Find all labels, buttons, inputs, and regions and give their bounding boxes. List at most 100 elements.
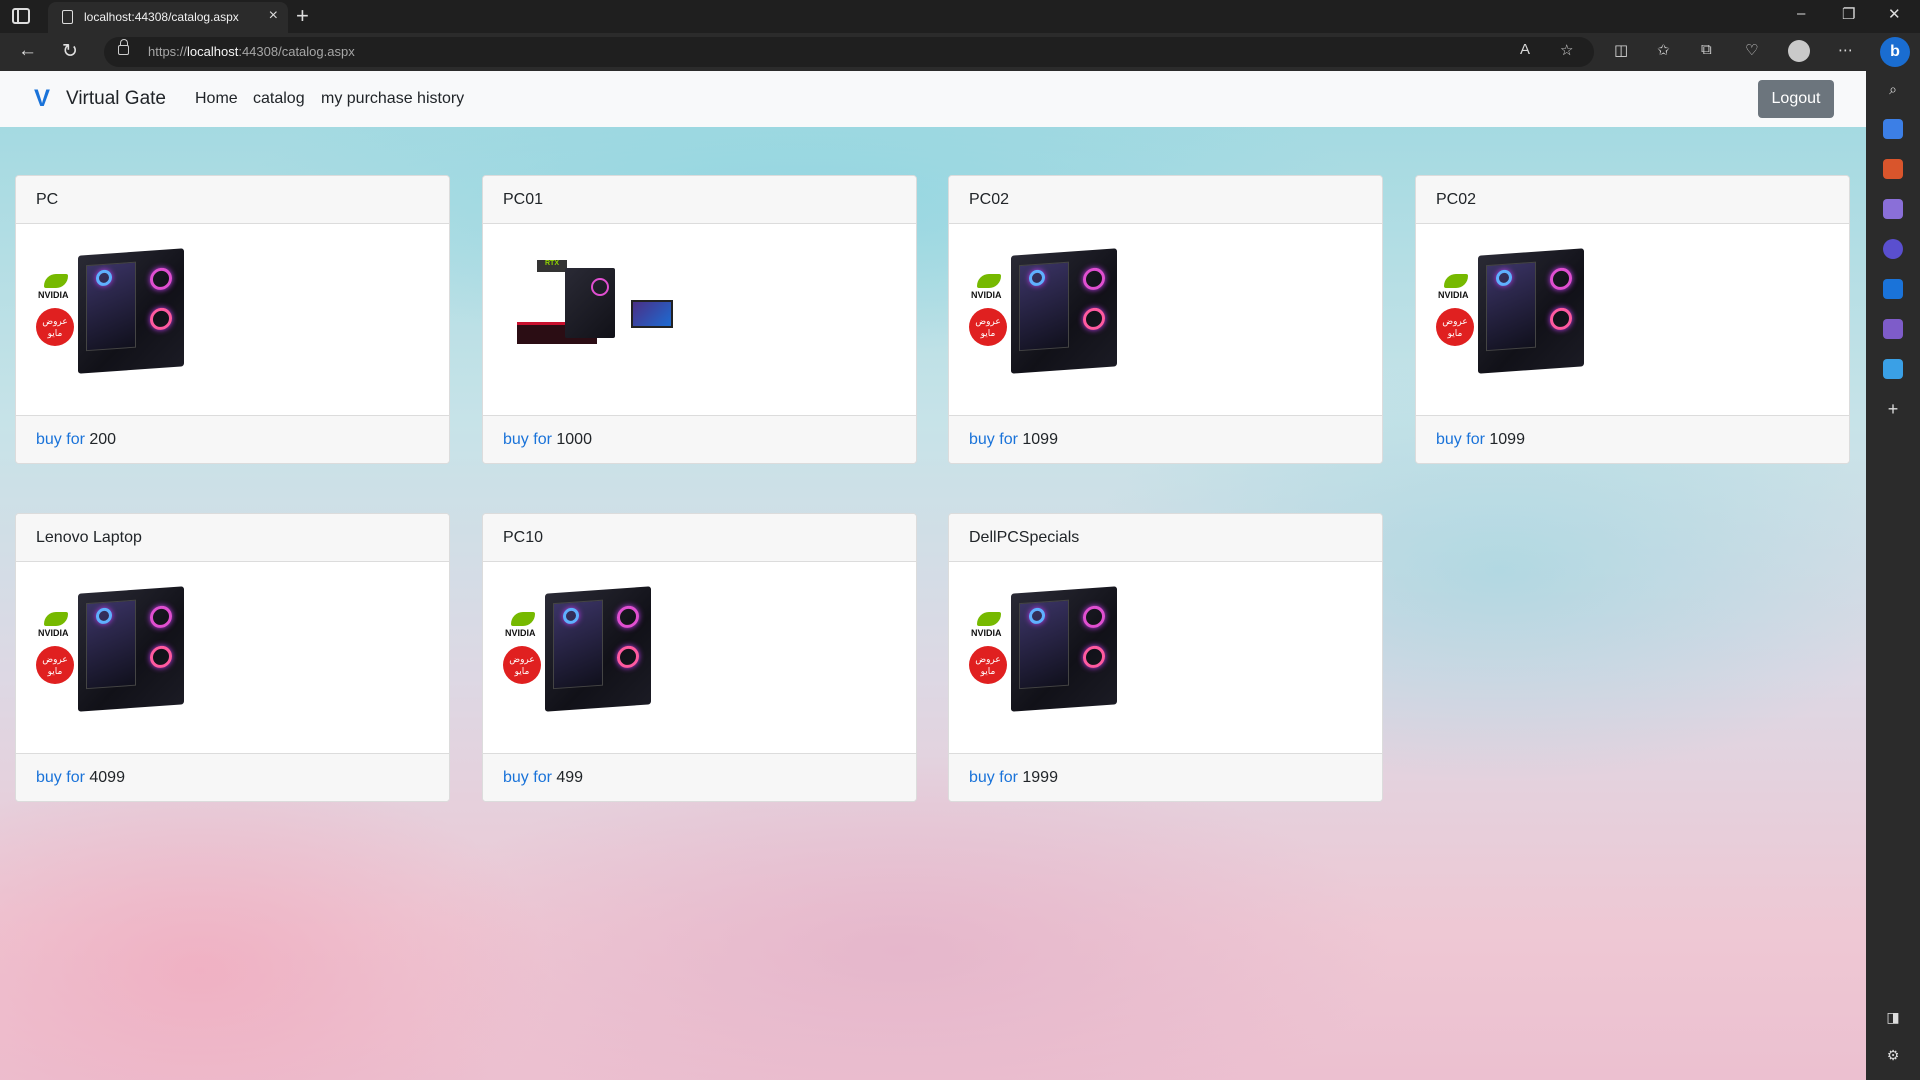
product-price: 1099: [1489, 431, 1525, 448]
rgb-fan: [1083, 307, 1105, 331]
product-footer: buy for 499: [483, 753, 916, 801]
browser-essentials-icon[interactable]: ♡: [1745, 41, 1758, 59]
close-window-icon[interactable]: ✕: [1888, 5, 1901, 23]
product-name: PC: [16, 176, 449, 224]
product-card: Lenovo Laptop NVIDIA عروض مايو buy for 4…: [15, 513, 450, 802]
product-price: 1099: [1022, 431, 1058, 448]
buy-link[interactable]: buy for: [503, 769, 552, 786]
buy-link[interactable]: buy for: [1436, 431, 1485, 448]
favorites-icon[interactable]: ✩: [1657, 41, 1670, 59]
rgb-fan: [1083, 645, 1105, 669]
tab-actions-icon[interactable]: [12, 8, 30, 24]
product-name: DellPCSpecials: [949, 514, 1382, 562]
product-card: PC01 RTX buy for 1000: [482, 175, 917, 464]
collections-icon[interactable]: ⧉: [1701, 41, 1712, 58]
product-card: PC02 NVIDIA عروض مايو buy for 1099: [1415, 175, 1850, 464]
buy-link[interactable]: buy for: [36, 769, 85, 786]
pc-case-shape: [565, 268, 615, 338]
buy-link[interactable]: buy for: [969, 431, 1018, 448]
read-aloud-icon[interactable]: A: [1520, 41, 1530, 58]
more-menu-icon[interactable]: ⋯: [1838, 41, 1853, 59]
product-name: PC10: [483, 514, 916, 562]
product-price: 4099: [89, 769, 125, 786]
brand-logo-icon[interactable]: V: [34, 85, 50, 113]
tab-title: localhost:44308/catalog.aspx: [84, 10, 239, 24]
new-tab-icon[interactable]: +: [296, 3, 309, 29]
nvidia-logo: NVIDIA: [971, 274, 1007, 302]
product-body: NVIDIA عروض مايو: [1416, 224, 1849, 415]
product-body: RTX: [483, 224, 916, 415]
product-body: NVIDIA عروض مايو: [483, 562, 916, 753]
settings-gear-icon[interactable]: ⚙: [1883, 1045, 1903, 1065]
sidebar-toggle-icon[interactable]: ◨: [1883, 1007, 1903, 1027]
rgb-fan: [150, 645, 172, 669]
pc-case-shape: [1011, 586, 1117, 712]
product-price: 499: [556, 769, 584, 786]
nvidia-label: NVIDIA: [971, 290, 1002, 300]
restore-icon[interactable]: ❐: [1842, 5, 1855, 23]
close-tab-icon[interactable]: ×: [269, 7, 278, 25]
rgb-fan: [150, 267, 172, 291]
product-image: NVIDIA عروض مايو: [503, 586, 665, 715]
rgb-fan: [1083, 267, 1105, 291]
split-screen-icon[interactable]: ◫: [1614, 41, 1628, 59]
nav-catalog[interactable]: catalog: [253, 90, 305, 108]
nvidia-logo: NVIDIA: [1438, 274, 1474, 302]
product-name: PC02: [1416, 176, 1849, 224]
nvidia-eye-icon: [977, 274, 1001, 288]
product-price: 1999: [1022, 769, 1058, 786]
address-bar[interactable]: https://localhost:44308/catalog.aspx: [104, 37, 1594, 67]
rgb-fan: [1550, 267, 1572, 291]
product-image: NVIDIA عروض مايو: [36, 248, 198, 377]
brand-name[interactable]: Virtual Gate: [66, 88, 166, 110]
rgb-fan: [1550, 307, 1572, 331]
lock-icon[interactable]: [118, 39, 129, 55]
nav-purchase-history[interactable]: my purchase history: [321, 90, 464, 108]
monitor-shape: [631, 300, 673, 328]
pc-case-shape: [1011, 248, 1117, 374]
send-icon[interactable]: [1883, 359, 1903, 379]
nvidia-label: NVIDIA: [1438, 290, 1469, 300]
offer-badge: عروض مايو: [969, 646, 1007, 684]
buy-link[interactable]: buy for: [969, 769, 1018, 786]
add-icon[interactable]: +: [1883, 399, 1903, 419]
product-body: NVIDIA عروض مايو: [949, 562, 1382, 753]
browser-tab-bar: localhost:44308/catalog.aspx × + – ❐ ✕: [0, 0, 1920, 33]
favorite-star-icon[interactable]: ☆: [1560, 41, 1573, 59]
back-icon[interactable]: ←: [18, 40, 37, 62]
product-name: PC02: [949, 176, 1382, 224]
product-body: NVIDIA عروض مايو: [16, 224, 449, 415]
nvidia-eye-icon: [44, 274, 68, 288]
product-name: PC01: [483, 176, 916, 224]
offer-badge: عروض مايو: [36, 646, 74, 684]
shopping-tag-icon[interactable]: [1883, 119, 1903, 139]
address-toolbar: ← ↻ https://localhost:44308/catalog.aspx…: [0, 33, 1920, 71]
product-card: DellPCSpecials NVIDIA عروض مايو buy for …: [948, 513, 1383, 802]
nvidia-label: NVIDIA: [38, 628, 69, 638]
designer-icon[interactable]: [1883, 319, 1903, 339]
browser-tab[interactable]: localhost:44308/catalog.aspx ×: [48, 2, 288, 33]
pc-case-shape: [545, 586, 651, 712]
outlook-icon[interactable]: [1883, 279, 1903, 299]
search-icon[interactable]: ⌕: [1883, 79, 1903, 99]
refresh-icon[interactable]: ↻: [62, 40, 78, 63]
product-footer: buy for 200: [16, 415, 449, 463]
nvidia-eye-icon: [977, 612, 1001, 626]
url-text[interactable]: https://localhost:44308/catalog.aspx: [148, 44, 355, 59]
tools-icon[interactable]: [1883, 159, 1903, 179]
minimize-icon[interactable]: –: [1797, 5, 1805, 22]
bing-copilot-icon[interactable]: b: [1880, 37, 1910, 67]
nvidia-eye-icon: [511, 612, 535, 626]
buy-link[interactable]: buy for: [36, 431, 85, 448]
nav-home[interactable]: Home: [195, 90, 238, 108]
logout-button[interactable]: Logout: [1758, 80, 1834, 118]
product-footer: buy for 1999: [949, 753, 1382, 801]
rgb-fan: [617, 605, 639, 629]
offer-badge: عروض مايو: [503, 646, 541, 684]
profile-avatar[interactable]: [1788, 40, 1810, 62]
product-footer: buy for 4099: [16, 753, 449, 801]
games-icon[interactable]: [1883, 239, 1903, 259]
nvidia-logo: NVIDIA: [38, 612, 74, 640]
people-icon[interactable]: [1883, 199, 1903, 219]
buy-link[interactable]: buy for: [503, 431, 552, 448]
